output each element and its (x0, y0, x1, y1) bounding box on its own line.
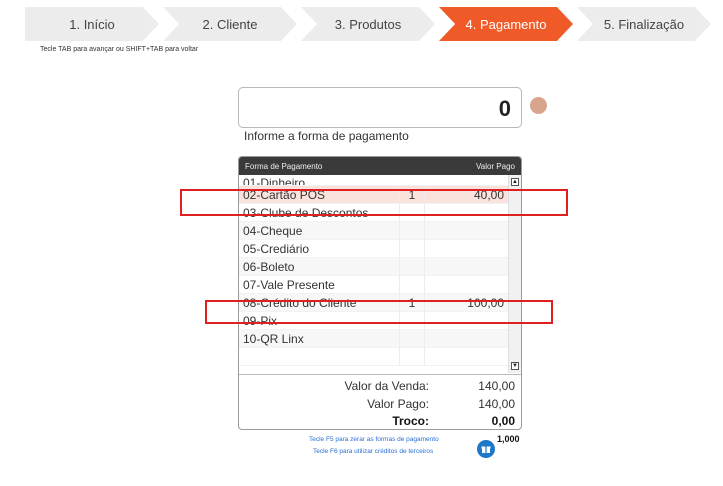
row-qty (399, 222, 425, 240)
step-label: 1. Início (69, 16, 115, 32)
payment-row-boleto[interactable]: 06-Boleto (239, 258, 508, 276)
credit-value: 1,000 (497, 434, 520, 444)
payment-row-dinheiro[interactable]: 01-Dinheiro (239, 175, 508, 186)
highlight-credito-cliente (205, 300, 553, 324)
navigation-hint: Tecle TAB para avançar ou SHIFT+TAB para… (40, 46, 199, 53)
amount-value: 0 (498, 96, 511, 121)
f6-hint: Tecle F6 para utilizar créditos de terce… (313, 448, 434, 455)
paid-total-value: 140,00 (478, 397, 515, 411)
row-name: 10-QR Linx (243, 332, 304, 346)
payment-row-qr-linx[interactable]: 10-QR Linx (239, 330, 508, 348)
step-cliente[interactable]: 2. Cliente (163, 7, 297, 41)
sale-total-label: Valor da Venda: (344, 379, 429, 393)
row-qty (399, 276, 425, 294)
step-produtos[interactable]: 3. Produtos (301, 7, 435, 41)
row-name: 06-Boleto (243, 260, 295, 274)
payment-row-cheque[interactable]: 04-Cheque (239, 222, 508, 240)
header-paid: Valor Pago (476, 161, 515, 171)
status-indicator (530, 97, 547, 114)
table-header: Forma de Pagamento Valor Pago (239, 157, 521, 175)
row-name: 05-Crediário (243, 242, 310, 256)
payment-row-crediario[interactable]: 05-Crediário (239, 240, 508, 258)
gift-card-icon[interactable] (477, 440, 495, 458)
row-qty (399, 258, 425, 276)
step-label: 4. Pagamento (465, 16, 547, 32)
change-label: Troco: (392, 414, 429, 428)
payment-row-empty (239, 348, 508, 366)
paid-total-label: Valor Pago: (367, 397, 429, 411)
scroll-down-icon[interactable]: ▼ (511, 362, 519, 370)
row-qty (399, 348, 425, 366)
step-pagamento[interactable]: 4. Pagamento (439, 7, 573, 41)
checkout-steps: 1. Início 2. Cliente 3. Produtos 4. Paga… (25, 7, 715, 41)
row-qty (399, 330, 425, 348)
totals-divider (239, 374, 521, 375)
sale-total-value: 140,00 (478, 379, 515, 393)
amount-input[interactable]: 0 (238, 87, 522, 128)
payment-row-vale-presente[interactable]: 07-Vale Presente (239, 276, 508, 294)
row-name: 07-Vale Presente (243, 278, 335, 292)
row-qty (399, 240, 425, 258)
scroll-up-icon[interactable]: ▲ (511, 178, 519, 186)
step-finalizacao[interactable]: 5. Finalização (577, 7, 711, 41)
payment-prompt: Informe a forma de pagamento (244, 129, 409, 143)
change-value: 0,00 (491, 414, 515, 428)
step-inicio[interactable]: 1. Início (25, 7, 159, 41)
highlight-cartao-pos (180, 189, 568, 216)
row-name: 01-Dinheiro (243, 176, 306, 186)
f5-hint: Tecle F5 para zerar as formas de pagamen… (309, 436, 439, 443)
step-label: 2. Cliente (202, 16, 258, 32)
row-name: 04-Cheque (243, 224, 303, 238)
header-method: Forma de Pagamento (245, 161, 323, 171)
step-label: 3. Produtos (334, 16, 402, 32)
step-label: 5. Finalização (603, 16, 685, 32)
